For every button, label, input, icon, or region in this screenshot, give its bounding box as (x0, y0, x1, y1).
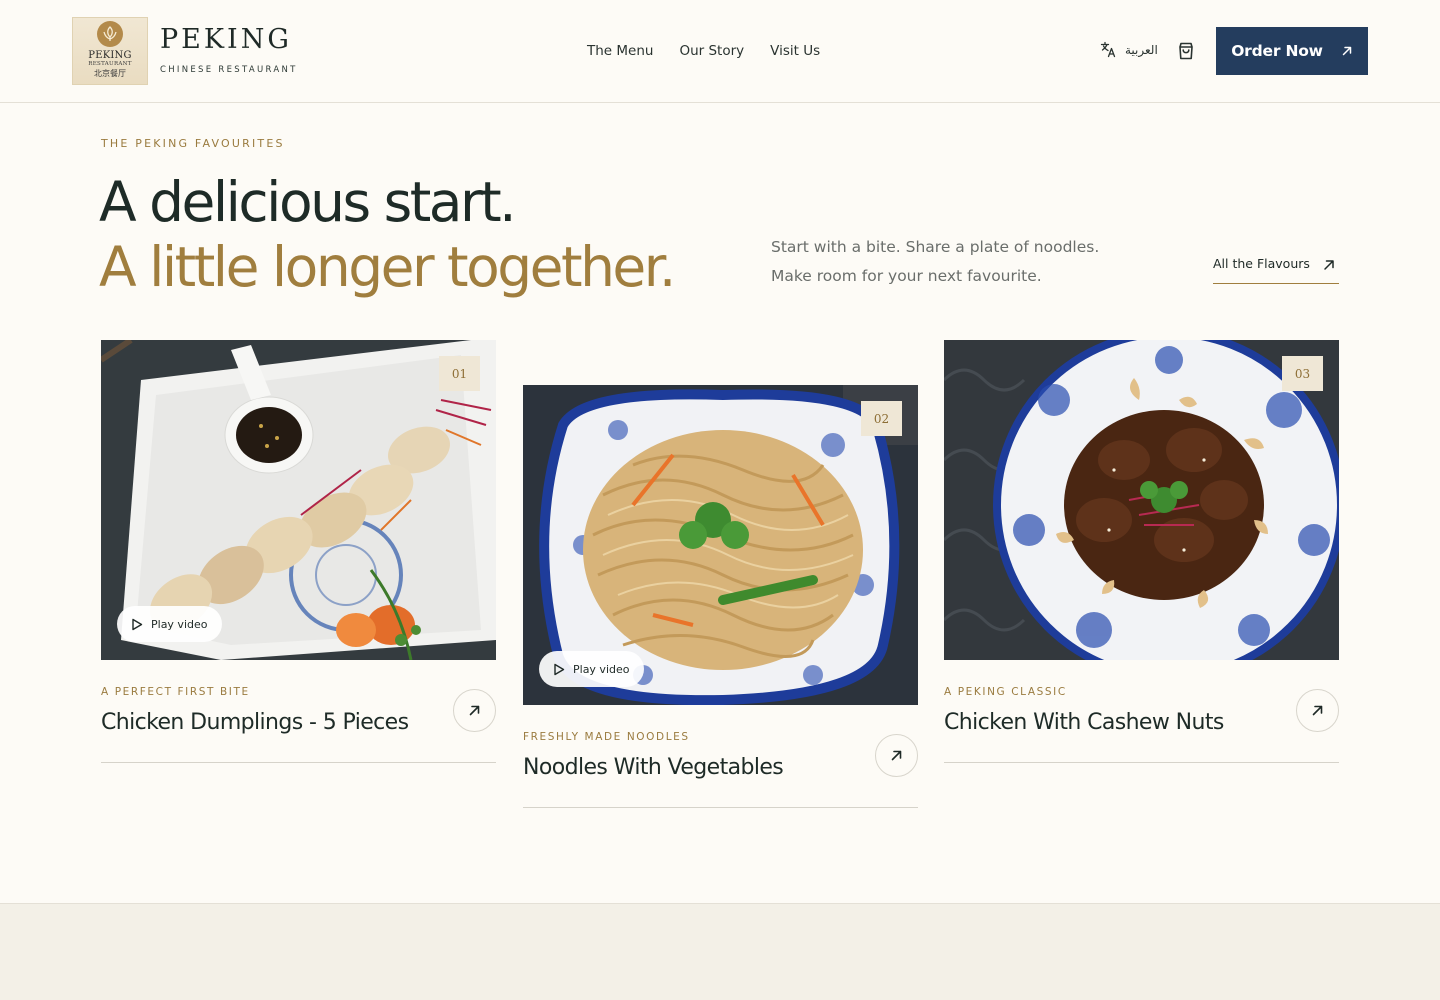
shopping-bag-icon (1179, 42, 1193, 60)
nav-item-our-story[interactable]: Our Story (679, 43, 744, 59)
translate-icon (1100, 41, 1116, 58)
dish-card-dumplings[interactable]: 01 Play video A PERFECT FIRST BITE Chick… (101, 340, 496, 763)
intro-text-line-2: Make room for your next favourite. (771, 267, 1042, 285)
card-title[interactable]: Noodles With Vegetables (523, 755, 784, 780)
card-eyebrow: A PERFECT FIRST BITE (101, 686, 250, 698)
headline-line-1: A delicious start. (99, 170, 517, 234)
nav-item-menu[interactable]: The Menu (587, 43, 653, 59)
card-arrow-button[interactable] (875, 734, 918, 777)
arrow-up-right-icon (1342, 46, 1352, 56)
brand-subtitle: CHINESE RESTAURANT (160, 65, 298, 75)
card-number: 01 (439, 356, 480, 391)
logo[interactable]: PEKING RESTAURANT 北京餐厅 (72, 17, 148, 85)
headline-line-2: A little longer together. (99, 235, 676, 299)
next-section-band (0, 903, 1440, 1000)
logo-chinese-text: 北京餐厅 (94, 69, 126, 78)
arrow-up-right-icon (469, 705, 480, 716)
play-video-label: Play video (573, 662, 630, 676)
nav-item-visit-us[interactable]: Visit Us (770, 43, 820, 59)
dish-image-cashew-chicken[interactable]: 03 (944, 340, 1339, 660)
arrow-up-right-icon (891, 750, 902, 761)
brand-name[interactable]: PEKING (160, 24, 292, 55)
card-number: 02 (861, 401, 902, 436)
all-flavours-link[interactable]: All the Flavours (1213, 256, 1339, 284)
order-now-button[interactable]: Order Now (1216, 27, 1368, 75)
card-arrow-button[interactable] (453, 689, 496, 732)
play-video-button[interactable]: Play video (117, 606, 223, 642)
card-number: 03 (1282, 356, 1323, 391)
cashew-chicken-photo (944, 340, 1339, 660)
card-divider (944, 762, 1339, 763)
card-divider (523, 807, 918, 808)
arrow-up-right-icon (1324, 260, 1334, 270)
play-video-label: Play video (151, 617, 208, 631)
card-eyebrow: FRESHLY MADE NOODLES (523, 731, 690, 743)
card-divider (101, 762, 496, 763)
order-now-label: Order Now (1231, 42, 1323, 60)
intro-text: Start with a bite. Share a plate of nood… (771, 233, 1131, 291)
section-eyebrow: THE PEKING FAVOURITES (101, 137, 285, 150)
arrow-up-right-icon (1312, 705, 1323, 716)
dish-card-noodles[interactable]: 02 Play video FRESHLY MADE NOODLES Noodl… (523, 385, 918, 808)
site-header: PEKING RESTAURANT 北京餐厅 PEKING CHINESE RE… (0, 0, 1440, 103)
play-icon (554, 663, 565, 675)
main-nav: The Menu Our Story Visit Us (587, 43, 820, 59)
play-icon (132, 618, 143, 630)
intro-text-line-1: Start with a bite. Share a plate of nood… (771, 238, 1100, 256)
logo-subtext: RESTAURANT (88, 61, 132, 67)
logo-text: PEKING (88, 50, 132, 61)
card-title[interactable]: Chicken With Cashew Nuts (944, 710, 1224, 735)
all-flavours-label: All the Flavours (1213, 256, 1310, 271)
language-switcher[interactable]: العربية (1100, 41, 1158, 58)
dish-image-dumplings[interactable]: 01 Play video (101, 340, 496, 660)
card-eyebrow: A PEKING CLASSIC (944, 686, 1067, 698)
play-video-button[interactable]: Play video (539, 651, 645, 687)
dish-image-noodles[interactable]: 02 Play video (523, 385, 918, 705)
card-title[interactable]: Chicken Dumplings - 5 Pieces (101, 710, 409, 735)
language-label: العربية (1125, 42, 1158, 57)
cart-button[interactable] (1176, 41, 1196, 61)
dish-card-cashew-chicken[interactable]: 03 A PEKING CLASSIC Chicken With Cashew … (944, 340, 1339, 763)
logo-emblem-icon (97, 21, 123, 47)
card-arrow-button[interactable] (1296, 689, 1339, 732)
